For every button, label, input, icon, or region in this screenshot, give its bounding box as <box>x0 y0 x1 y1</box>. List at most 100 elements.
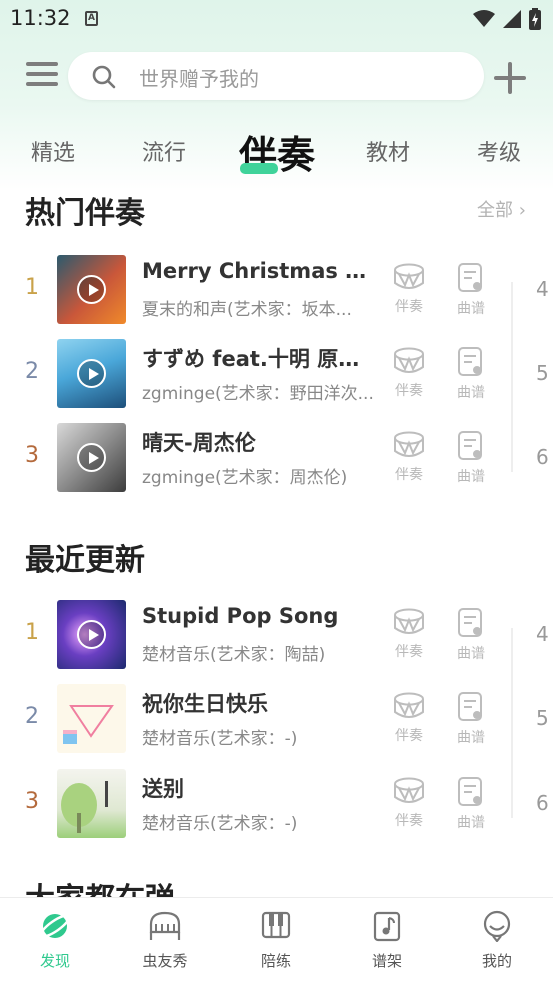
status-bar: 11:32 A <box>0 0 553 38</box>
accompaniment-label: 伴奏 <box>395 299 423 315</box>
profile-icon <box>483 910 511 943</box>
rank-number: 2 <box>25 704 39 729</box>
nav-discover[interactable]: 发现 <box>10 910 100 971</box>
song-title: Stupid Pop Song <box>142 604 339 628</box>
song-title: 晴天-周杰伦 <box>142 431 256 455</box>
add-button[interactable] <box>494 62 526 94</box>
album-cover <box>57 255 126 324</box>
play-icon[interactable] <box>77 443 106 472</box>
song-subtitle: 楚材音乐(艺术家：-) <box>142 814 298 834</box>
score-label: 曲谱 <box>457 815 485 831</box>
accompaniment-button[interactable]: 伴奏 <box>389 347 429 400</box>
list-item[interactable]: 1 Merry Christmas Mr.... 夏末的和声(艺术家：坂本...… <box>0 255 553 339</box>
list-item[interactable]: 2 祝你生日快乐 楚材音乐(艺术家：-) 伴奏 曲谱 5 <box>0 684 553 768</box>
bottom-nav: 发现 虫友秀 陪练 谱架 我的 <box>0 897 553 983</box>
song-title: すずめ feat.十明 原版... <box>142 347 380 371</box>
rank-number: 2 <box>25 359 39 384</box>
score-label: 曲谱 <box>457 385 485 401</box>
notification-icon: A <box>85 11 98 26</box>
see-all-link[interactable]: 全部 › <box>477 196 526 222</box>
status-icons <box>473 8 541 30</box>
keys-icon <box>261 911 291 939</box>
list-item[interactable]: 2 すずめ feat.十明 原版... zgminge(艺术家：野田洋次... … <box>0 339 553 423</box>
song-subtitle: 楚材音乐(艺术家：-) <box>142 729 298 749</box>
score-button[interactable]: 曲谱 <box>451 777 491 832</box>
tab-indicator <box>240 163 278 174</box>
list-item[interactable]: 1 Stupid Pop Song 楚材音乐(艺术家：陶喆) 伴奏 曲谱 4 <box>0 600 553 684</box>
planet-icon <box>39 914 71 938</box>
piano-icon <box>149 911 181 940</box>
sheet-music-icon <box>458 263 482 292</box>
search-icon <box>92 65 116 89</box>
album-cover <box>57 769 126 838</box>
nav-label: 谱架 <box>371 952 402 970</box>
list-item[interactable]: 3 晴天-周杰伦 zgminge(艺术家：周杰伦) 伴奏 曲谱 6 <box>0 423 553 507</box>
nav-label: 虫友秀 <box>142 952 188 970</box>
sheet-music-icon <box>458 431 482 460</box>
tab-featured[interactable]: 精选 <box>31 135 75 167</box>
search-placeholder: 世界赠予我的 <box>139 67 259 91</box>
side-number: 4 <box>536 622 549 646</box>
drum-icon <box>394 777 424 803</box>
menu-button[interactable] <box>26 62 58 90</box>
song-subtitle: 夏末的和声(艺术家：坂本... <box>142 300 352 320</box>
side-number: 6 <box>536 791 549 815</box>
nav-community[interactable]: 虫友秀 <box>120 910 210 971</box>
accompaniment-label: 伴奏 <box>395 813 423 829</box>
nav-label: 我的 <box>481 952 512 970</box>
score-button[interactable]: 曲谱 <box>451 263 491 318</box>
nav-music-stand[interactable]: 谱架 <box>342 910 432 971</box>
song-title: 祝你生日快乐 <box>142 692 268 716</box>
score-button[interactable]: 曲谱 <box>451 608 491 663</box>
nav-label: 陪练 <box>260 952 291 970</box>
score-label: 曲谱 <box>457 730 485 746</box>
status-time: 11:32 <box>10 6 71 30</box>
rank-number: 1 <box>25 275 39 300</box>
music-note-icon <box>373 911 401 942</box>
sheet-music-icon <box>458 777 482 806</box>
accompaniment-label: 伴奏 <box>395 467 423 483</box>
accompaniment-label: 伴奏 <box>395 728 423 744</box>
song-title: 送别 <box>142 777 184 801</box>
app-screen: 11:32 A 世界赠予我的 精选 流行 伴奏 教材 考级 热门伴奏 全部 › … <box>0 0 553 983</box>
battery-icon <box>529 8 541 30</box>
song-subtitle: zgminge(艺术家：周杰伦) <box>142 468 348 488</box>
score-button[interactable]: 曲谱 <box>451 431 491 486</box>
sheet-music-icon <box>458 608 482 637</box>
drum-icon <box>394 692 424 718</box>
sheet-music-icon <box>458 347 482 376</box>
nav-label: 发现 <box>39 952 70 970</box>
tab-textbook[interactable]: 教材 <box>366 135 410 167</box>
side-number: 5 <box>536 706 549 730</box>
accompaniment-button[interactable]: 伴奏 <box>389 777 429 830</box>
score-button[interactable]: 曲谱 <box>451 347 491 402</box>
accompaniment-button[interactable]: 伴奏 <box>389 692 429 745</box>
sheet-music-icon <box>458 692 482 721</box>
accompaniment-button[interactable]: 伴奏 <box>389 263 429 316</box>
willow-tree-icon <box>61 781 108 833</box>
accompaniment-button[interactable]: 伴奏 <box>389 608 429 661</box>
rank-number: 1 <box>25 620 39 645</box>
drum-icon <box>394 263 424 289</box>
search-bar[interactable]: 世界赠予我的 <box>68 52 484 100</box>
nav-practice[interactable]: 陪练 <box>231 910 321 971</box>
score-label: 曲谱 <box>457 646 485 662</box>
play-icon[interactable] <box>77 620 106 649</box>
score-button[interactable]: 曲谱 <box>451 692 491 747</box>
play-icon[interactable] <box>77 359 106 388</box>
tab-exam[interactable]: 考级 <box>477 135 521 167</box>
chevron-right-icon: › <box>513 200 526 221</box>
birthday-cake-icon <box>63 705 114 744</box>
tab-popular[interactable]: 流行 <box>142 135 186 167</box>
nav-profile[interactable]: 我的 <box>452 910 542 971</box>
rank-number: 3 <box>25 443 39 468</box>
drum-icon <box>394 431 424 457</box>
side-number: 6 <box>536 445 549 469</box>
accompaniment-button[interactable]: 伴奏 <box>389 431 429 484</box>
side-number: 5 <box>536 361 549 385</box>
accompaniment-label: 伴奏 <box>395 644 423 660</box>
wifi-icon <box>473 10 495 27</box>
play-icon[interactable] <box>77 275 106 304</box>
list-item[interactable]: 3 送别 楚材音乐(艺术家：-) 伴奏 曲谱 6 <box>0 769 553 853</box>
see-all-label: 全部 <box>477 200 513 221</box>
